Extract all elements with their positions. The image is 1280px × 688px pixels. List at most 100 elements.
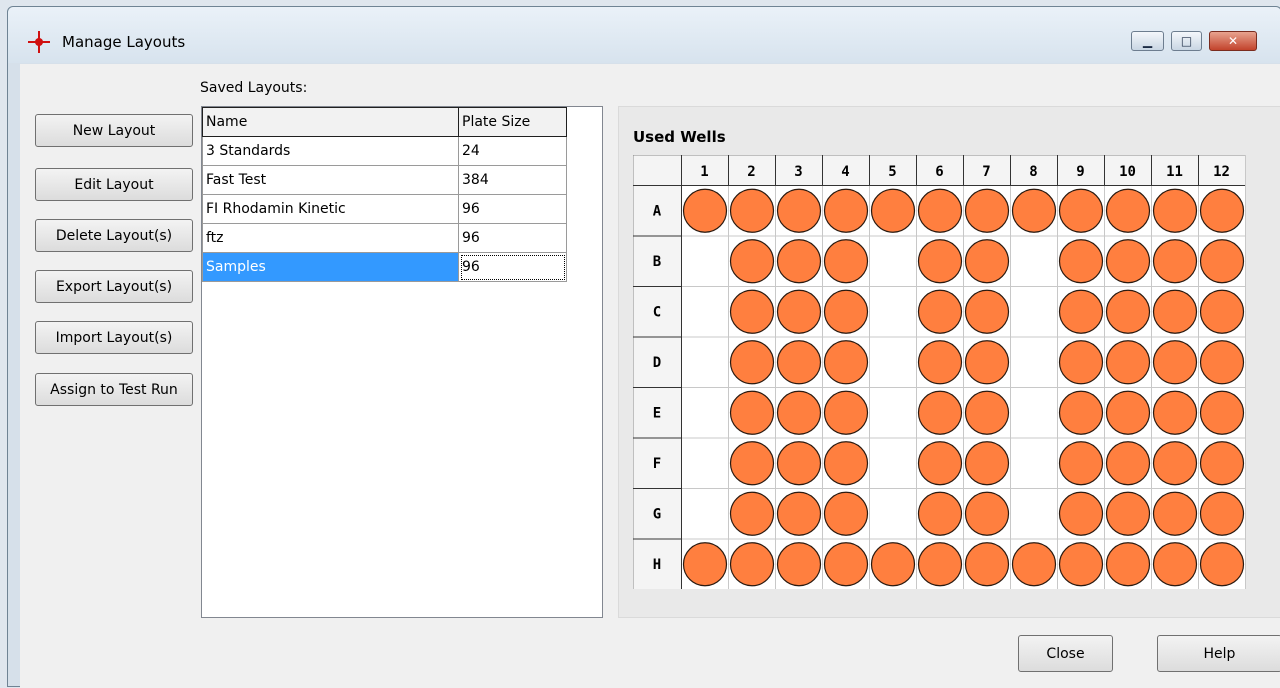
- used-well[interactable]: [917, 542, 963, 587]
- used-well[interactable]: [823, 188, 869, 233]
- used-well[interactable]: [1011, 188, 1057, 233]
- used-well[interactable]: [1105, 491, 1151, 536]
- used-well[interactable]: [776, 441, 822, 486]
- maximize-button[interactable]: □: [1171, 31, 1202, 51]
- used-well[interactable]: [682, 188, 728, 233]
- used-well[interactable]: [870, 542, 916, 587]
- plate-size-cell[interactable]: 96: [458, 252, 567, 282]
- used-well[interactable]: [1058, 289, 1104, 334]
- plate-size-column-header[interactable]: Plate Size: [458, 107, 567, 137]
- used-well[interactable]: [1199, 188, 1245, 233]
- used-well[interactable]: [1152, 289, 1198, 334]
- used-well[interactable]: [917, 239, 963, 284]
- help-button[interactable]: Help: [1157, 635, 1280, 672]
- used-well[interactable]: [1105, 390, 1151, 435]
- table-row[interactable]: FI Rhodamin Kinetic 96: [202, 194, 567, 224]
- used-well[interactable]: [1152, 239, 1198, 284]
- used-well[interactable]: [917, 289, 963, 334]
- used-well[interactable]: [729, 289, 775, 334]
- used-well[interactable]: [1152, 188, 1198, 233]
- used-well[interactable]: [823, 491, 869, 536]
- used-well[interactable]: [964, 340, 1010, 385]
- used-well[interactable]: [823, 390, 869, 435]
- used-well[interactable]: [823, 239, 869, 284]
- used-well[interactable]: [776, 188, 822, 233]
- used-well[interactable]: [917, 491, 963, 536]
- used-well[interactable]: [1199, 289, 1245, 334]
- used-well[interactable]: [917, 390, 963, 435]
- used-well[interactable]: [729, 340, 775, 385]
- table-row[interactable]: ftz 96: [202, 223, 567, 253]
- used-well[interactable]: [917, 188, 963, 233]
- used-well[interactable]: [870, 188, 916, 233]
- used-well[interactable]: [1152, 340, 1198, 385]
- used-well[interactable]: [1152, 542, 1198, 587]
- table-row[interactable]: 3 Standards 24: [202, 136, 567, 166]
- used-well[interactable]: [1058, 390, 1104, 435]
- saved-layouts-list[interactable]: Name Plate Size 3 Standards 24 Fast Test…: [201, 106, 603, 618]
- used-well[interactable]: [823, 340, 869, 385]
- used-well[interactable]: [729, 441, 775, 486]
- used-well[interactable]: [964, 289, 1010, 334]
- used-well[interactable]: [776, 340, 822, 385]
- used-well[interactable]: [729, 491, 775, 536]
- used-well[interactable]: [964, 239, 1010, 284]
- new-layout-button[interactable]: New Layout: [35, 114, 193, 147]
- used-well[interactable]: [729, 239, 775, 284]
- used-well[interactable]: [1152, 491, 1198, 536]
- used-well[interactable]: [964, 441, 1010, 486]
- used-well[interactable]: [682, 542, 728, 587]
- edit-layout-button[interactable]: Edit Layout: [35, 168, 193, 201]
- used-well[interactable]: [1105, 289, 1151, 334]
- used-well[interactable]: [1199, 441, 1245, 486]
- assign-to-test-run-button[interactable]: Assign to Test Run: [35, 373, 193, 406]
- used-well[interactable]: [1105, 188, 1151, 233]
- used-well[interactable]: [1199, 239, 1245, 284]
- window-close-button[interactable]: ✕: [1209, 31, 1257, 51]
- used-well[interactable]: [1199, 491, 1245, 536]
- used-well[interactable]: [1105, 239, 1151, 284]
- used-well[interactable]: [1058, 188, 1104, 233]
- used-well[interactable]: [776, 542, 822, 587]
- used-well[interactable]: [1152, 441, 1198, 486]
- export-layouts-button[interactable]: Export Layout(s): [35, 270, 193, 303]
- used-well[interactable]: [964, 390, 1010, 435]
- used-well[interactable]: [776, 289, 822, 334]
- import-layouts-button[interactable]: Import Layout(s): [35, 321, 193, 354]
- used-well[interactable]: [729, 188, 775, 233]
- delete-layouts-button[interactable]: Delete Layout(s): [35, 219, 193, 252]
- used-well[interactable]: [1058, 239, 1104, 284]
- used-well[interactable]: [823, 289, 869, 334]
- used-well[interactable]: [964, 188, 1010, 233]
- used-well[interactable]: [729, 542, 775, 587]
- close-button[interactable]: Close: [1018, 635, 1113, 672]
- used-well[interactable]: [917, 441, 963, 486]
- row-label: A: [653, 203, 662, 219]
- table-row[interactable]: Fast Test 384: [202, 165, 567, 195]
- used-well[interactable]: [776, 491, 822, 536]
- used-well[interactable]: [1105, 340, 1151, 385]
- used-well[interactable]: [776, 239, 822, 284]
- used-well[interactable]: [1199, 390, 1245, 435]
- table-row-selected[interactable]: Samples 96: [202, 252, 567, 282]
- minimize-button[interactable]: ▁: [1131, 31, 1164, 51]
- used-well[interactable]: [1199, 340, 1245, 385]
- used-well[interactable]: [1058, 542, 1104, 587]
- used-well[interactable]: [1058, 491, 1104, 536]
- used-well[interactable]: [1152, 390, 1198, 435]
- used-well[interactable]: [964, 542, 1010, 587]
- used-well[interactable]: [823, 542, 869, 587]
- used-well[interactable]: [823, 441, 869, 486]
- used-well[interactable]: [1105, 542, 1151, 587]
- used-well[interactable]: [1011, 542, 1057, 587]
- used-well[interactable]: [1058, 340, 1104, 385]
- used-well[interactable]: [729, 390, 775, 435]
- name-column-header[interactable]: Name: [202, 107, 459, 137]
- title-bar[interactable]: Manage Layouts ▁ □ ✕: [8, 7, 1280, 63]
- used-well[interactable]: [1105, 441, 1151, 486]
- used-well[interactable]: [917, 340, 963, 385]
- used-well[interactable]: [1199, 542, 1245, 587]
- used-well[interactable]: [1058, 441, 1104, 486]
- used-well[interactable]: [776, 390, 822, 435]
- used-well[interactable]: [964, 491, 1010, 536]
